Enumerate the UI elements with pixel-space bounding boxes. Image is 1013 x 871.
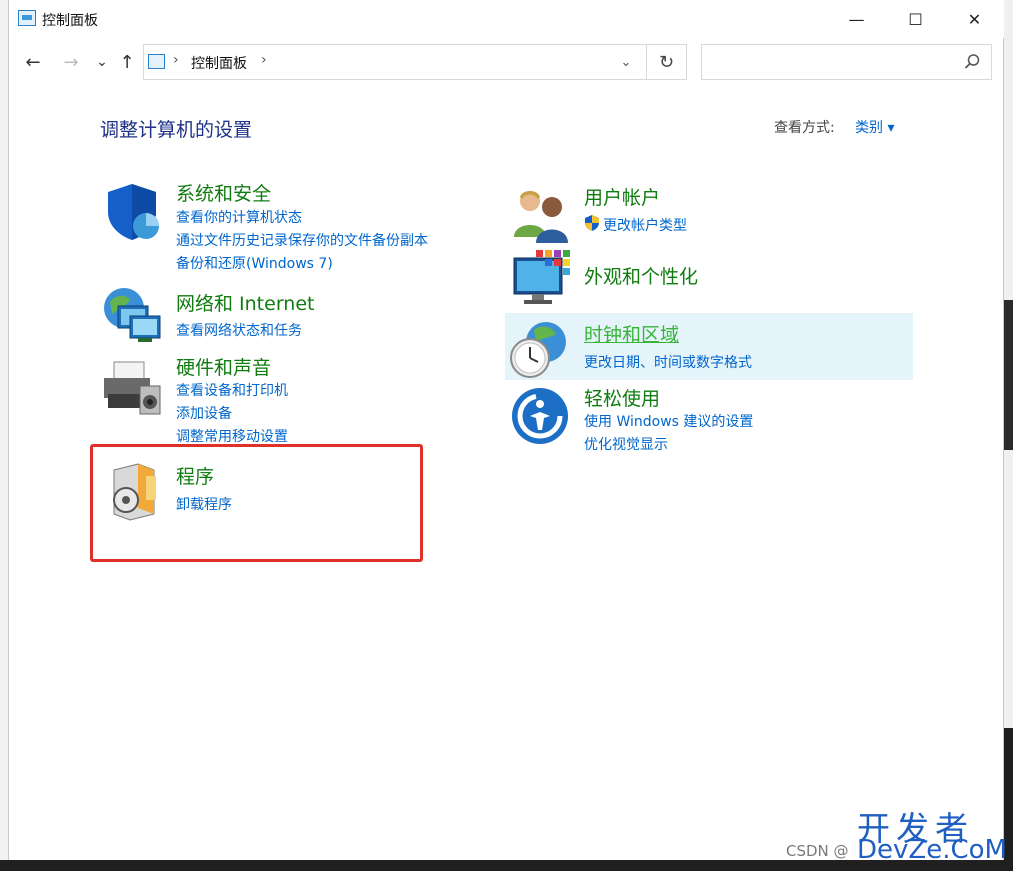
view-computer-status-link[interactable]: 查看你的计算机状态 [176,207,302,227]
breadcrumb-chevron-icon[interactable]: › [173,52,179,68]
file-history-backup-link[interactable]: 通过文件历史记录保存你的文件备份副本 [176,230,428,250]
desktop-background-left [0,0,8,871]
programs-title[interactable]: 程序 [176,462,214,489]
breadcrumb-chevron-icon[interactable]: › [261,52,267,68]
refresh-button[interactable]: ↻ [647,44,687,80]
ease-of-access-title[interactable]: 轻松使用 [584,384,660,411]
search-input[interactable] [701,44,992,80]
minimize-button[interactable]: — [827,0,886,38]
shield-icon[interactable] [100,180,164,244]
clock-globe-icon[interactable] [508,318,572,382]
network-internet-title[interactable]: 网络和 Internet [176,289,314,316]
system-security-title[interactable]: 系统和安全 [176,179,271,206]
uac-shield-icon [585,215,599,231]
forward-button[interactable]: → [58,48,84,76]
up-button[interactable]: ↑ [114,48,140,76]
optimize-visual-display-link[interactable]: 优化视觉显示 [584,434,668,454]
window-title: 控制面板 [42,13,98,29]
add-device-link[interactable]: 添加设备 [176,403,232,423]
network-status-link[interactable]: 查看网络状态和任务 [176,320,302,340]
change-account-type-link[interactable]: 更改帐户类型 [603,215,687,235]
address-control-panel-icon [148,54,165,69]
windows-recommended-settings-link[interactable]: 使用 Windows 建议的设置 [584,411,753,431]
control-panel-app-icon [18,10,36,26]
back-button[interactable]: ← [20,48,46,76]
clock-region-title[interactable]: 时钟和区域 [584,320,679,347]
appearance-personalization-title[interactable]: 外观和个性化 [584,262,698,289]
recent-locations-button[interactable]: ⌄ [89,48,115,76]
maximize-button[interactable]: ☐ [886,0,945,38]
close-button[interactable]: ✕ [945,0,1004,38]
watermark-source: CSDN @ [786,842,849,860]
address-dropdown-button[interactable]: ⌄ [612,50,640,74]
mobility-settings-link[interactable]: 调整常用移动设置 [176,426,288,446]
watermark-brand-en: DevZe.CoM [857,835,1007,865]
desktop-background-right-dark [1004,300,1013,450]
users-icon[interactable] [510,183,574,247]
program-disc-icon[interactable] [102,460,166,524]
hardware-sound-title[interactable]: 硬件和声音 [176,353,271,380]
backup-restore-link[interactable]: 备份和还原(Windows 7) [176,253,333,273]
user-accounts-title[interactable]: 用户帐户 [584,183,660,210]
network-globe-icon[interactable] [100,284,164,348]
monitor-personalize-icon[interactable] [510,248,574,312]
ease-of-access-icon[interactable] [510,386,574,450]
view-by-dropdown[interactable]: 类别 ▾ [855,117,894,137]
devices-printers-link[interactable]: 查看设备和打印机 [176,380,288,400]
page-heading: 调整计算机的设置 [100,119,253,141]
uninstall-program-link[interactable]: 卸载程序 [176,494,232,514]
printer-icon[interactable] [100,358,164,422]
change-date-time-format-link[interactable]: 更改日期、时间或数字格式 [584,352,752,372]
breadcrumb-control-panel[interactable]: 控制面板 [191,53,247,73]
search-icon[interactable] [961,51,983,73]
view-by-label: 查看方式: [774,120,835,136]
